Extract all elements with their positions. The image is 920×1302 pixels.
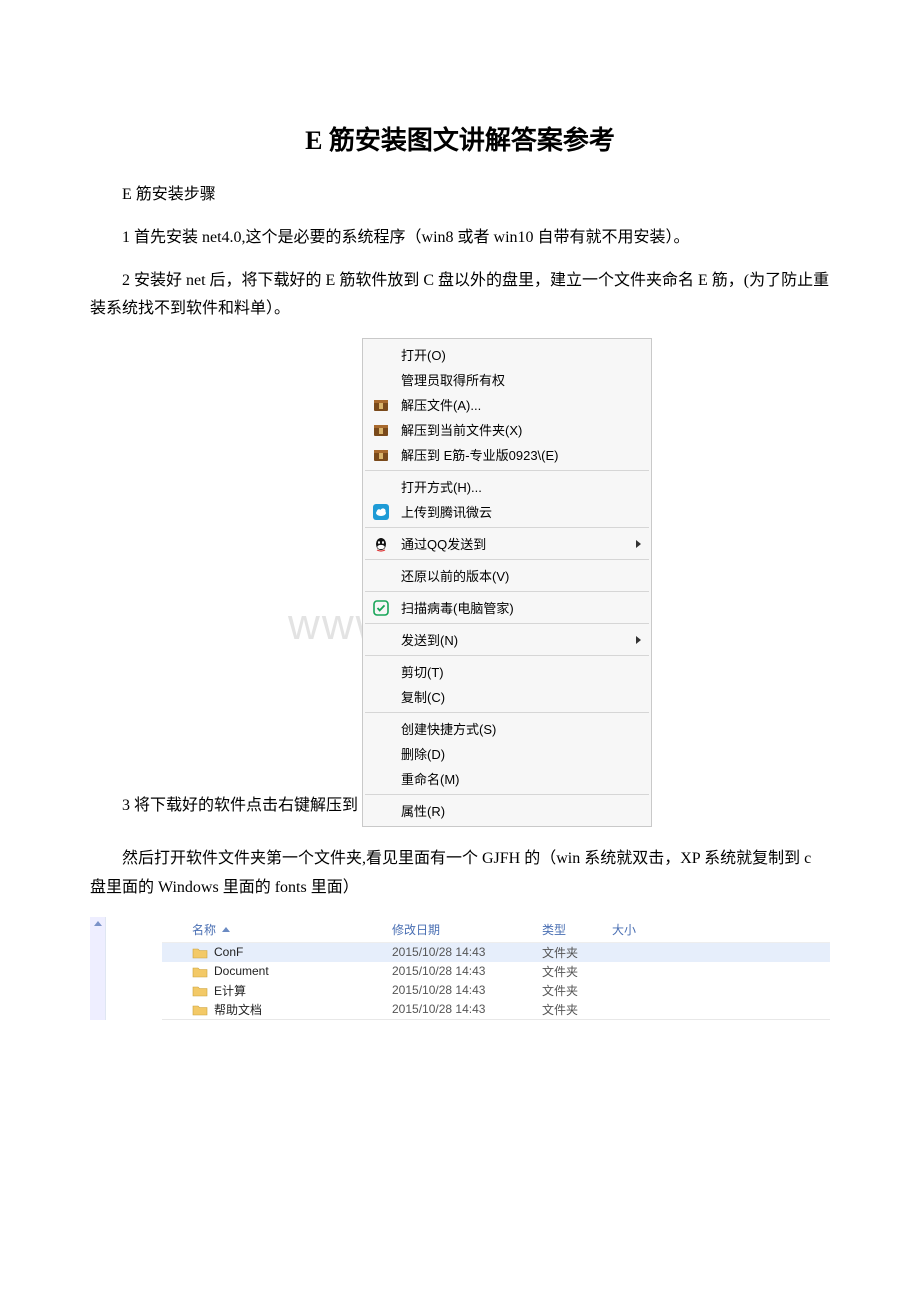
blank-icon <box>371 770 391 788</box>
blank-icon <box>371 720 391 738</box>
context-menu-label: 创建快捷方式(S) <box>401 719 641 738</box>
context-menu-label: 复制(C) <box>401 687 641 706</box>
context-menu-item[interactable]: 扫描病毒(电脑管家) <box>363 595 651 620</box>
file-table: 名称 修改日期 类型 大小 ConF2015/10/28 14:43文件夹Doc… <box>162 917 830 1020</box>
archive-icon <box>371 421 391 439</box>
table-row[interactable]: E计算 2015/10/28 14:43文件夹 <box>162 981 830 1000</box>
qq-icon <box>371 535 391 553</box>
file-date: 2015/10/28 14:43 <box>392 983 542 997</box>
file-type: 文件夹 <box>542 1001 612 1018</box>
context-menu-label: 删除(D) <box>401 744 641 763</box>
context-menu-label: 剪切(T) <box>401 662 641 681</box>
chevron-right-icon <box>636 540 641 548</box>
step-2: 2 安装好 net 后，将下载好的 E 筋软件放到 C 盘以外的盘里，建立一个文… <box>90 267 830 325</box>
file-name: 帮助文档 <box>214 1001 262 1018</box>
folder-icon <box>192 983 208 997</box>
context-menu-label: 属性(R) <box>401 801 641 820</box>
context-menu-label: 解压到当前文件夹(X) <box>401 420 641 439</box>
file-type: 文件夹 <box>542 944 612 961</box>
step-3-lead: 3 将下载好的软件点击右键解压到 <box>90 792 362 827</box>
shield-icon <box>371 599 391 617</box>
file-date: 2015/10/28 14:43 <box>392 964 542 978</box>
blank-icon <box>371 688 391 706</box>
context-menu-item[interactable]: 创建快捷方式(S) <box>363 716 651 741</box>
context-menu-item[interactable]: 解压到 E筋-专业版0923\(E) <box>363 442 651 467</box>
scroll-up-icon <box>94 921 102 926</box>
file-name: ConF <box>214 945 243 959</box>
context-menu-item[interactable]: 通过QQ发送到 <box>363 531 651 556</box>
blank-icon <box>371 631 391 649</box>
context-menu-label: 解压文件(A)... <box>401 395 641 414</box>
col-date: 修改日期 <box>392 921 542 938</box>
step-1: 1 首先安装 net4.0,这个是必要的系统程序（win8 或者 win10 自… <box>90 224 830 253</box>
page-title: E 筋安装图文讲解答案参考 <box>90 120 830 157</box>
context-menu-item[interactable]: 上传到腾讯微云 <box>363 499 651 524</box>
context-menu-label: 上传到腾讯微云 <box>401 502 641 521</box>
intro-paragraph: E 筋安装步骤 <box>90 181 830 210</box>
blank-icon <box>371 802 391 820</box>
col-type: 类型 <box>542 921 612 938</box>
context-menu-item[interactable]: 发送到(N) <box>363 627 651 652</box>
file-date: 2015/10/28 14:43 <box>392 1002 542 1016</box>
folder-icon <box>192 1002 208 1016</box>
context-menu-label: 重命名(M) <box>401 769 641 788</box>
context-menu-label: 扫描病毒(电脑管家) <box>401 598 641 617</box>
context-menu-label: 打开(O) <box>401 345 641 364</box>
context-menu-item[interactable]: 属性(R) <box>363 798 651 823</box>
file-type: 文件夹 <box>542 963 612 980</box>
context-menu-item[interactable]: 重命名(M) <box>363 766 651 791</box>
col-name: 名称 <box>192 921 216 938</box>
context-menu-item[interactable]: 复制(C) <box>363 684 651 709</box>
step-4: 然后打开软件文件夹第一个文件夹,看见里面有一个 GJFH 的（win 系统就双击… <box>90 845 830 903</box>
context-menu-item[interactable]: 打开方式(H)... <box>363 474 651 499</box>
folder-icon <box>192 945 208 959</box>
file-name: Document <box>214 964 269 978</box>
context-menu-item[interactable]: 删除(D) <box>363 741 651 766</box>
context-menu-label: 通过QQ发送到 <box>401 534 636 553</box>
archive-icon <box>371 446 391 464</box>
context-menu-label: 发送到(N) <box>401 630 636 649</box>
scrollbar-stub[interactable] <box>90 917 106 1020</box>
blank-icon <box>371 567 391 585</box>
context-menu-item[interactable]: 解压文件(A)... <box>363 392 651 417</box>
context-menu-label: 解压到 E筋-专业版0923\(E) <box>401 445 641 464</box>
context-menu-item[interactable]: 解压到当前文件夹(X) <box>363 417 651 442</box>
table-row[interactable]: Document 2015/10/28 14:43文件夹 <box>162 962 830 981</box>
blank-icon <box>371 745 391 763</box>
file-table-header[interactable]: 名称 修改日期 类型 大小 <box>162 917 830 943</box>
file-date: 2015/10/28 14:43 <box>392 945 542 959</box>
context-menu-item[interactable]: 管理员取得所有权 <box>363 367 651 392</box>
table-row[interactable]: 帮助文档 2015/10/28 14:43文件夹 <box>162 1000 830 1019</box>
context-menu-item[interactable]: 还原以前的版本(V) <box>363 563 651 588</box>
context-menu-label: 打开方式(H)... <box>401 477 641 496</box>
blank-icon <box>371 478 391 496</box>
col-size: 大小 <box>612 921 672 938</box>
context-menu: 打开(O) 管理员取得所有权解压文件(A)... 解压到当前文件夹(X) 解压到 E筋… <box>362 338 652 827</box>
blank-icon <box>371 371 391 389</box>
context-menu-item[interactable]: 打开(O) <box>363 342 651 367</box>
file-type: 文件夹 <box>542 982 612 999</box>
context-menu-item[interactable]: 剪切(T) <box>363 659 651 684</box>
context-menu-label: 还原以前的版本(V) <box>401 566 641 585</box>
folder-icon <box>192 964 208 978</box>
table-row[interactable]: ConF 2015/10/28 14:43文件夹 <box>162 943 830 962</box>
archive-icon <box>371 396 391 414</box>
file-name: E计算 <box>214 982 246 999</box>
sort-caret-icon <box>222 927 230 932</box>
blank-icon <box>371 663 391 681</box>
chevron-right-icon <box>636 636 641 644</box>
cloud-icon <box>371 503 391 521</box>
context-menu-label: 管理员取得所有权 <box>401 370 641 389</box>
blank-icon <box>371 346 391 364</box>
